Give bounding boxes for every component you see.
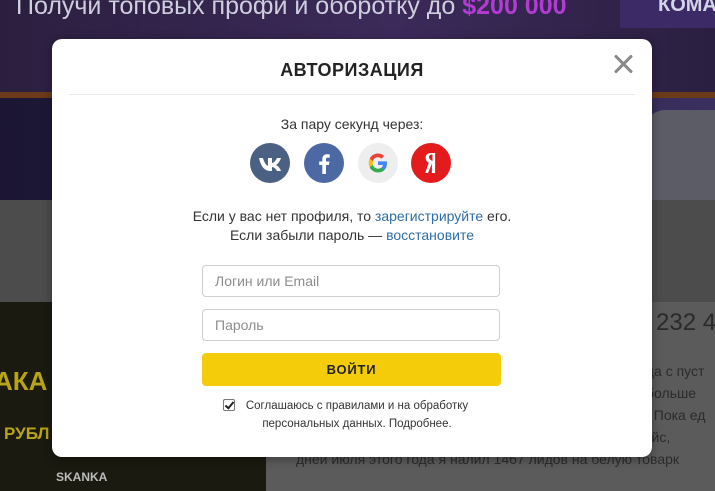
facebook-icon bbox=[319, 154, 330, 174]
car-image bbox=[645, 110, 715, 200]
register-link[interactable]: зарегистрируйте bbox=[375, 208, 483, 224]
title-divider bbox=[69, 94, 635, 95]
yandex-button[interactable] bbox=[411, 143, 451, 183]
auth-modal: АВТОРИЗАЦИЯ За пару секунд через: Если у… bbox=[52, 39, 652, 457]
stat-number: 232 4 bbox=[656, 309, 715, 336]
social-label: За пару секунд через: bbox=[280, 116, 424, 132]
close-icon[interactable] bbox=[610, 51, 636, 77]
yandex-icon bbox=[425, 153, 436, 173]
restore-password-link[interactable]: восстановите bbox=[386, 227, 474, 243]
facebook-button[interactable] bbox=[304, 143, 344, 183]
password-input[interactable] bbox=[202, 309, 500, 341]
login-button[interactable]: ВОЙТИ bbox=[202, 353, 501, 386]
vk-icon bbox=[259, 158, 281, 171]
google-button[interactable] bbox=[358, 143, 398, 183]
social-buttons bbox=[250, 143, 452, 183]
top-banner-text: Получи топовых профи и оборотку до $200 … bbox=[16, 0, 567, 21]
top-banner-money: $200 000 bbox=[462, 0, 567, 20]
google-icon bbox=[368, 153, 387, 173]
top-banner-right: КОМА bbox=[620, 0, 715, 28]
modal-title: АВТОРИЗАЦИЯ bbox=[280, 60, 424, 80]
login-email-input[interactable] bbox=[202, 265, 500, 297]
account-help-text: Если у вас нет профиля, то зарегистрируй… bbox=[192, 208, 512, 243]
agree-label: Соглашаюсь с правилами и на обработку пе… bbox=[245, 400, 469, 430]
vk-button[interactable] bbox=[250, 143, 290, 183]
